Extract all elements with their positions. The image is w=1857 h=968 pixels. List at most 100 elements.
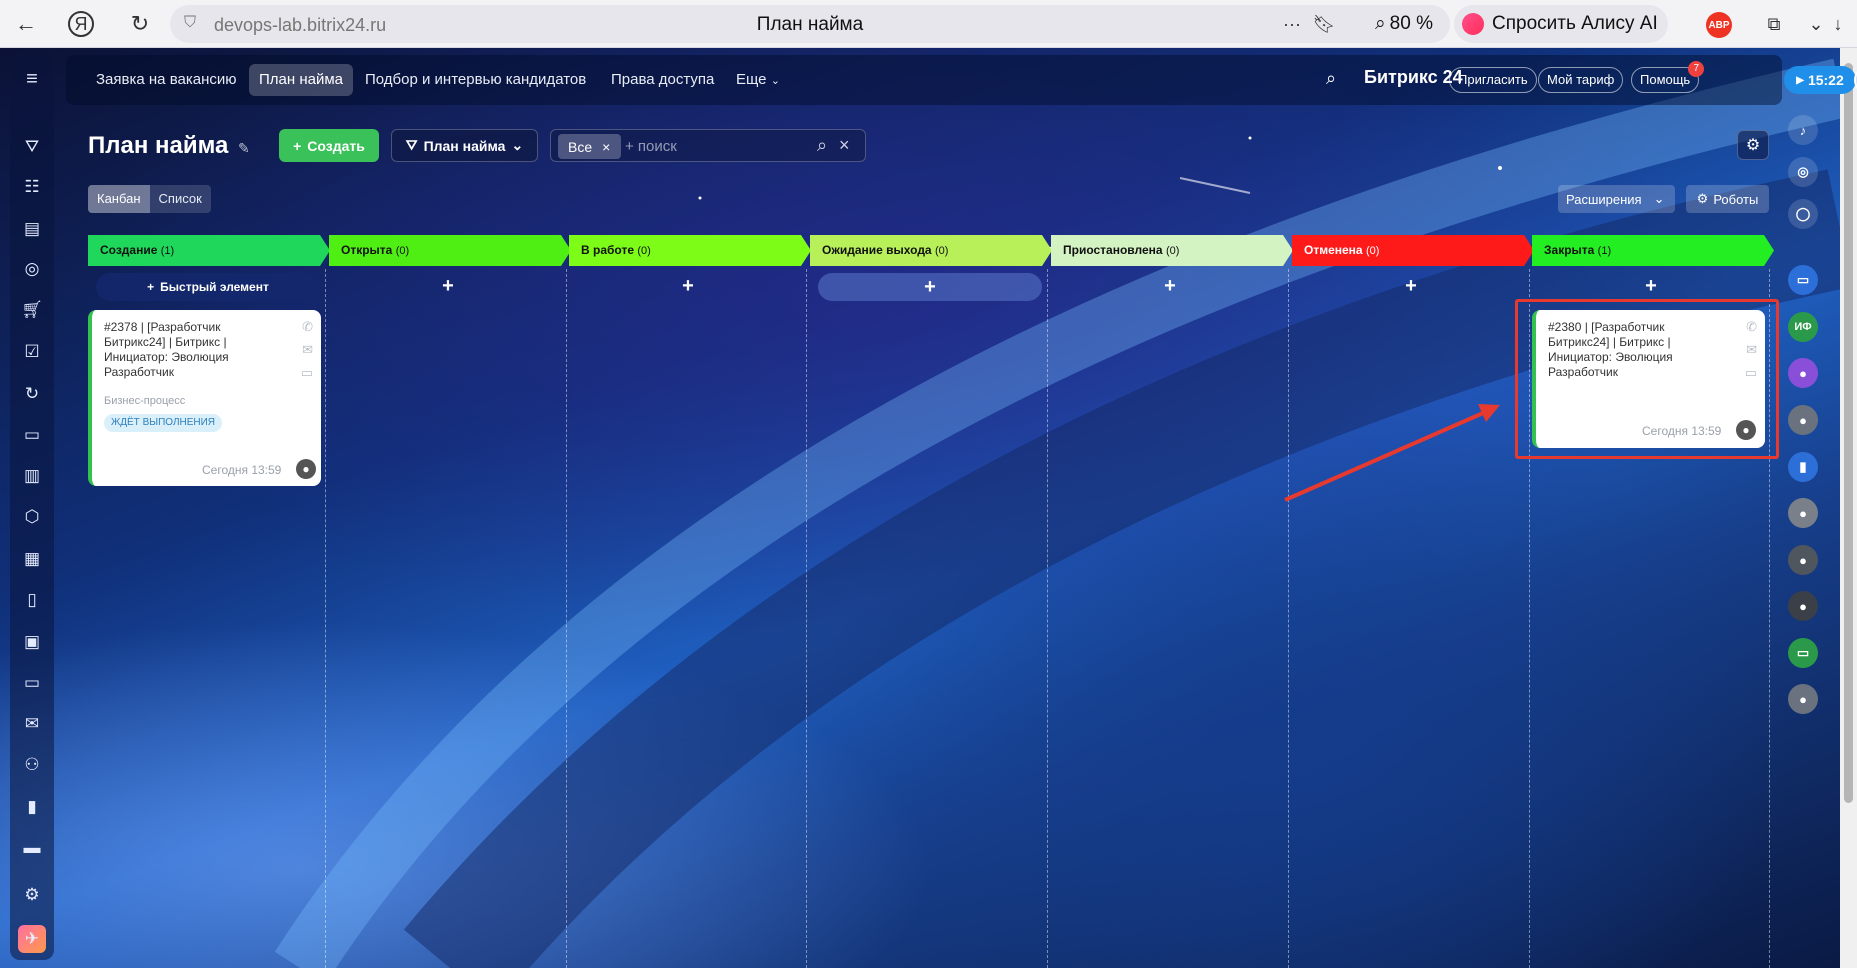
nav-access-rights[interactable]: Права доступа xyxy=(601,64,724,96)
reload-icon[interactable]: ↻ xyxy=(124,8,156,40)
add-item-button[interactable]: + xyxy=(1051,273,1289,299)
column-title: Открыта xyxy=(341,243,393,257)
work-time-button[interactable]: ▶ 15:22 xyxy=(1784,66,1856,94)
chat-avatar[interactable]: ● xyxy=(1788,405,1818,435)
robots-button[interactable]: ⚙ Роботы xyxy=(1686,185,1769,213)
column-title: Закрыта xyxy=(1544,243,1595,257)
chat-avatar[interactable]: ● xyxy=(1788,684,1818,714)
column-header[interactable]: Отменена (0) xyxy=(1292,235,1534,266)
close-icon[interactable]: × xyxy=(602,139,610,155)
extensions-button[interactable]: Расширения ⌄ xyxy=(1558,185,1675,213)
search-icon[interactable]: ⌕ xyxy=(1326,68,1348,90)
deal-card[interactable]: #2378 | [Разработчик Битрикс24] | Битрик… xyxy=(88,310,321,486)
search-icon[interactable]: ⌕ xyxy=(817,135,827,156)
mail-icon[interactable]: ✉ xyxy=(302,342,313,358)
chart-icon[interactable]: ▮ xyxy=(20,795,44,819)
add-item-button[interactable]: + xyxy=(1292,273,1530,299)
tab-list[interactable]: Список xyxy=(150,185,211,213)
settings-icon[interactable]: ⚙ xyxy=(20,883,44,907)
nav-hiring-plan[interactable]: План найма xyxy=(249,64,353,96)
nav-vacancy-request[interactable]: Заявка на вакансию xyxy=(86,64,246,96)
add-item-button[interactable]: + xyxy=(1532,273,1770,299)
extensions-icon[interactable]: ⧉ xyxy=(1758,8,1790,40)
page-title: План найма xyxy=(88,132,229,159)
zoom-indicator[interactable]: ⌕ 80 % xyxy=(1365,5,1443,43)
comment-icon[interactable]: ▭ xyxy=(301,365,313,381)
back-icon[interactable]: ← xyxy=(10,8,42,40)
quick-add-button[interactable]: + Быстрый элемент xyxy=(96,273,320,301)
nav-more[interactable]: Еще ⌄ xyxy=(726,64,790,96)
column-header[interactable]: Ожидание выхода (0) xyxy=(810,235,1052,266)
download-icon[interactable]: ↓ xyxy=(1822,8,1854,40)
funnel-icon[interactable]: ⛛ xyxy=(20,135,44,159)
create-button[interactable]: + Создать xyxy=(279,129,379,162)
tasks-icon[interactable]: ☷ xyxy=(20,175,44,199)
bell-icon[interactable]: ♪ xyxy=(1788,115,1818,145)
kanban-column: Приостановлена (0) + xyxy=(1051,235,1293,968)
column-header[interactable]: Приостановлена (0) xyxy=(1051,235,1293,266)
nav-candidates[interactable]: Подбор и интервью кандидатов xyxy=(355,64,596,96)
filter-chip[interactable]: Все × xyxy=(558,134,621,159)
chat-avatar[interactable]: ● xyxy=(1788,498,1818,528)
add-item-button[interactable]: + xyxy=(818,273,1042,301)
chat-avatar[interactable]: ● xyxy=(1788,358,1818,388)
gear-icon[interactable]: ⚙ xyxy=(1737,130,1769,160)
bookmark-icon[interactable]: 🔖︎ xyxy=(1308,8,1340,40)
alice-button[interactable]: Спросить Алису AI xyxy=(1454,5,1668,43)
cart-icon[interactable]: 🛒︎ xyxy=(20,298,44,322)
checkbox-icon[interactable]: ☑ xyxy=(20,340,44,364)
target-icon[interactable]: ◎ xyxy=(20,257,44,281)
search-filter[interactable]: Все × + поиск ⌕ × xyxy=(550,129,866,162)
spiral-icon[interactable]: ◎ xyxy=(1788,157,1818,187)
filter-chip-label: Все xyxy=(568,138,593,155)
refresh-icon[interactable]: ↻ xyxy=(20,382,44,406)
chat-avatar[interactable]: ▭ xyxy=(1788,265,1818,295)
column-header[interactable]: Закрыта (1) xyxy=(1532,235,1774,266)
chat-avatar[interactable]: ● xyxy=(1788,545,1818,575)
pin-icon[interactable]: ✎ xyxy=(238,140,250,157)
chat-icon[interactable]: ◯ xyxy=(1788,199,1818,229)
search-input[interactable]: + поиск xyxy=(625,138,677,155)
chat-avatar[interactable]: ● xyxy=(1788,591,1818,621)
view-select-button[interactable]: ⛛ План найма ⌄ xyxy=(391,129,538,162)
brand-logo[interactable]: Битрикс 24 xyxy=(1364,67,1463,88)
help-button[interactable]: Помощь 7 xyxy=(1631,61,1705,93)
column-header[interactable]: Открыта (0) xyxy=(329,235,571,266)
page-scrollbar[interactable] xyxy=(1840,48,1857,968)
phone-icon[interactable]: ✆ xyxy=(302,319,313,335)
menu-icon[interactable]: ≡ xyxy=(20,67,44,91)
chat-avatar[interactable]: ▮ xyxy=(1788,452,1818,482)
card-title[interactable]: #2378 | [Разработчик Битрикс24] | Битрик… xyxy=(104,320,264,380)
address-bar[interactable]: ⛉ devops-lab.bitrix24.ru План найма xyxy=(170,5,1450,43)
keyboard-icon[interactable]: ▬ xyxy=(20,836,44,860)
tab-kanban[interactable]: Канбан xyxy=(88,185,150,213)
drive-icon[interactable]: ▭ xyxy=(20,671,44,695)
calendar-icon[interactable]: ▦ xyxy=(20,547,44,571)
file-icon[interactable]: ▯ xyxy=(20,588,44,612)
rocket-icon[interactable]: ✈ xyxy=(18,925,46,953)
board-icon[interactable]: ▣ xyxy=(20,630,44,654)
storage-icon[interactable]: ▤ xyxy=(20,217,44,241)
scrollbar-thumb[interactable] xyxy=(1844,63,1853,803)
chat-avatar[interactable]: ▭ xyxy=(1788,638,1818,668)
column-header[interactable]: В работе (0) xyxy=(569,235,811,266)
chevron-down-icon: ⌄ xyxy=(1653,191,1665,206)
add-item-button[interactable]: + xyxy=(329,273,567,299)
yandex-icon[interactable]: Я xyxy=(68,11,94,37)
hexagon-icon[interactable]: ⬡ xyxy=(20,505,44,529)
chat-avatar[interactable]: ИФ xyxy=(1788,312,1818,342)
column-title: Отменена xyxy=(1304,243,1363,257)
clear-icon[interactable]: × xyxy=(839,135,850,156)
tariff-button[interactable]: Мой тариф xyxy=(1538,67,1624,93)
column-header[interactable]: Создание (1) xyxy=(88,235,330,266)
more-icon[interactable]: ··· xyxy=(1276,8,1308,40)
invite-button[interactable]: Пригласить xyxy=(1449,67,1537,93)
add-item-button[interactable]: + xyxy=(569,273,807,299)
assignee-avatar[interactable]: ● xyxy=(296,459,316,479)
people-icon[interactable]: ⚇ xyxy=(20,753,44,777)
mail-icon[interactable]: ✉ xyxy=(20,712,44,736)
column-count: (0) xyxy=(637,245,651,257)
document-icon[interactable]: ▥ xyxy=(20,464,44,488)
adblock-icon[interactable]: ABP xyxy=(1706,12,1732,38)
chat-icon[interactable]: ▭ xyxy=(20,423,44,447)
